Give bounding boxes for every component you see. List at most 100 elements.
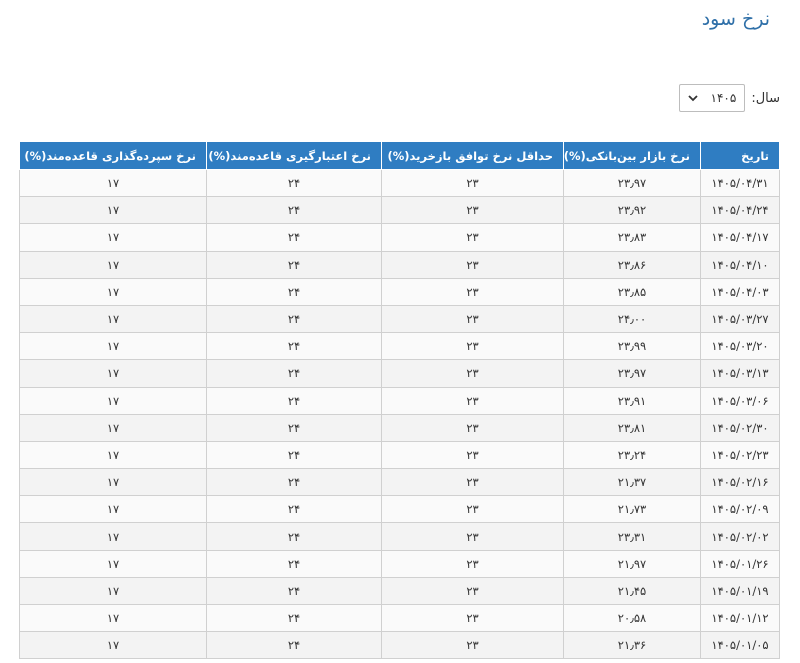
- cell-min-repo-rate: ۲۳: [381, 250, 564, 279]
- cell-deposit-facility-rate: ۱۷: [19, 250, 207, 279]
- cell-date: ۱۴۰۵/۰۲/۰۲: [700, 522, 780, 551]
- interest-rate-table-wrapper: تاریخ نرخ بازار بین‌بانکی(%) حداقل نرخ ت…: [19, 141, 780, 660]
- cell-interbank-rate: ۲۰٫۵۸: [563, 603, 701, 633]
- cell-deposit-facility-rate: ۱۷: [19, 603, 207, 633]
- cell-interbank-rate: ۲۱٫۹۷: [563, 549, 701, 578]
- table-row: ۱۴۰۵/۰۳/۰۶ ۲۳٫۹۱ ۲۳ ۲۴ ۱۷: [19, 386, 780, 415]
- cell-min-repo-rate: ۲۳: [381, 304, 564, 334]
- cell-date: ۱۴۰۵/۰۳/۲۷: [700, 304, 780, 334]
- page-title: نرخ سود: [701, 8, 770, 30]
- column-header-lending-facility-rate: نرخ اعتبارگیری قاعده‌مند(%): [206, 141, 382, 170]
- cell-min-repo-rate: ۲۳: [381, 359, 564, 388]
- cell-date: ۱۴۰۵/۰۳/۰۶: [700, 386, 780, 415]
- cell-lending-facility-rate: ۲۴: [206, 522, 382, 551]
- year-filter: سال: ۱۴۰۵: [679, 84, 780, 112]
- cell-deposit-facility-rate: ۱۷: [19, 277, 207, 306]
- table-row: ۱۴۰۵/۰۱/۱۹ ۲۱٫۴۵ ۲۳ ۲۴ ۱۷: [19, 576, 780, 606]
- cell-min-repo-rate: ۲۳: [381, 468, 564, 497]
- cell-interbank-rate: ۲۳٫۸۶: [563, 250, 701, 279]
- cell-interbank-rate: ۲۳٫۹۷: [563, 359, 701, 388]
- cell-date: ۱۴۰۵/۰۱/۱۹: [700, 576, 780, 606]
- cell-date: ۱۴۰۵/۰۴/۱۷: [700, 223, 780, 252]
- cell-interbank-rate: ۲۳٫۸۳: [563, 223, 701, 252]
- cell-interbank-rate: ۲۳٫۹۱: [563, 386, 701, 415]
- interest-rate-table: تاریخ نرخ بازار بین‌بانکی(%) حداقل نرخ ت…: [19, 141, 780, 660]
- cell-min-repo-rate: ۲۳: [381, 522, 564, 551]
- table-row: ۱۴۰۵/۰۴/۲۴ ۲۳٫۹۲ ۲۳ ۲۴ ۱۷: [19, 196, 780, 225]
- cell-min-repo-rate: ۲۳: [381, 413, 564, 442]
- cell-interbank-rate: ۲۱٫۷۳: [563, 495, 701, 524]
- table-row: ۱۴۰۵/۰۴/۱۷ ۲۳٫۸۳ ۲۳ ۲۴ ۱۷: [19, 223, 780, 252]
- cell-date: ۱۴۰۵/۰۲/۱۶: [700, 468, 780, 497]
- table-header-row: تاریخ نرخ بازار بین‌بانکی(%) حداقل نرخ ت…: [19, 141, 780, 170]
- cell-deposit-facility-rate: ۱۷: [19, 304, 207, 334]
- year-label: سال:: [751, 90, 780, 106]
- table-row: ۱۴۰۵/۰۳/۱۳ ۲۳٫۹۷ ۲۳ ۲۴ ۱۷: [19, 359, 780, 388]
- cell-date: ۱۴۰۵/۰۲/۳۰: [700, 413, 780, 442]
- cell-deposit-facility-rate: ۱۷: [19, 386, 207, 415]
- cell-lending-facility-rate: ۲۴: [206, 549, 382, 578]
- cell-interbank-rate: ۲۳٫۸۱: [563, 413, 701, 442]
- cell-deposit-facility-rate: ۱۷: [19, 522, 207, 551]
- table-row: ۱۴۰۵/۰۱/۰۵ ۲۱٫۳۶ ۲۳ ۲۴ ۱۷: [19, 631, 780, 660]
- cell-min-repo-rate: ۲۳: [381, 631, 564, 660]
- cell-min-repo-rate: ۲۳: [381, 386, 564, 415]
- cell-lending-facility-rate: ۲۴: [206, 277, 382, 306]
- cell-deposit-facility-rate: ۱۷: [19, 631, 207, 660]
- table-row: ۱۴۰۵/۰۱/۱۲ ۲۰٫۵۸ ۲۳ ۲۴ ۱۷: [19, 603, 780, 633]
- cell-interbank-rate: ۲۳٫۹۲: [563, 196, 701, 225]
- cell-date: ۱۴۰۵/۰۳/۱۳: [700, 359, 780, 388]
- chevron-down-icon: [688, 95, 698, 102]
- cell-min-repo-rate: ۲۳: [381, 549, 564, 578]
- table-row: ۱۴۰۵/۰۴/۳۱ ۲۳٫۹۷ ۲۳ ۲۴ ۱۷: [19, 168, 780, 198]
- cell-lending-facility-rate: ۲۴: [206, 304, 382, 334]
- cell-min-repo-rate: ۲۳: [381, 168, 564, 198]
- cell-interbank-rate: ۲۳٫۳۱: [563, 522, 701, 551]
- column-header-date: تاریخ: [700, 141, 780, 170]
- cell-deposit-facility-rate: ۱۷: [19, 359, 207, 388]
- cell-date: ۱۴۰۵/۰۱/۰۵: [700, 631, 780, 660]
- table-row: ۱۴۰۵/۰۲/۰۹ ۲۱٫۷۳ ۲۳ ۲۴ ۱۷: [19, 495, 780, 524]
- cell-date: ۱۴۰۵/۰۴/۰۳: [700, 277, 780, 306]
- cell-date: ۱۴۰۵/۰۱/۲۶: [700, 549, 780, 578]
- cell-lending-facility-rate: ۲۴: [206, 386, 382, 415]
- cell-interbank-rate: ۲۳٫۹۷: [563, 168, 701, 198]
- cell-deposit-facility-rate: ۱۷: [19, 576, 207, 606]
- cell-lending-facility-rate: ۲۴: [206, 468, 382, 497]
- cell-min-repo-rate: ۲۳: [381, 196, 564, 225]
- table-row: ۱۴۰۵/۰۱/۲۶ ۲۱٫۹۷ ۲۳ ۲۴ ۱۷: [19, 549, 780, 578]
- table-row: ۱۴۰۵/۰۲/۱۶ ۲۱٫۳۷ ۲۳ ۲۴ ۱۷: [19, 468, 780, 497]
- cell-deposit-facility-rate: ۱۷: [19, 440, 207, 470]
- cell-interbank-rate: ۲۱٫۳۶: [563, 631, 701, 660]
- cell-min-repo-rate: ۲۳: [381, 277, 564, 306]
- table-row: ۱۴۰۵/۰۳/۲۰ ۲۳٫۹۹ ۲۳ ۲۴ ۱۷: [19, 332, 780, 361]
- cell-lending-facility-rate: ۲۴: [206, 495, 382, 524]
- cell-date: ۱۴۰۵/۰۴/۲۴: [700, 196, 780, 225]
- table-row: ۱۴۰۵/۰۲/۰۲ ۲۳٫۳۱ ۲۳ ۲۴ ۱۷: [19, 522, 780, 551]
- cell-deposit-facility-rate: ۱۷: [19, 332, 207, 361]
- table-row: ۱۴۰۵/۰۳/۲۷ ۲۴٫۰۰ ۲۳ ۲۴ ۱۷: [19, 304, 780, 334]
- cell-date: ۱۴۰۵/۰۳/۲۰: [700, 332, 780, 361]
- table-row: ۱۴۰۵/۰۴/۰۳ ۲۳٫۸۵ ۲۳ ۲۴ ۱۷: [19, 277, 780, 306]
- table-row: ۱۴۰۵/۰۴/۱۰ ۲۳٫۸۶ ۲۳ ۲۴ ۱۷: [19, 250, 780, 279]
- cell-interbank-rate: ۲۴٫۰۰: [563, 304, 701, 334]
- year-select[interactable]: ۱۴۰۵: [679, 84, 746, 112]
- cell-interbank-rate: ۲۱٫۳۷: [563, 468, 701, 497]
- cell-interbank-rate: ۲۳٫۸۵: [563, 277, 701, 306]
- cell-lending-facility-rate: ۲۴: [206, 332, 382, 361]
- cell-lending-facility-rate: ۲۴: [206, 250, 382, 279]
- cell-date: ۱۴۰۵/۰۲/۰۹: [700, 495, 780, 524]
- cell-deposit-facility-rate: ۱۷: [19, 495, 207, 524]
- column-header-min-repo-rate: حداقل نرخ توافق بازخرید(%): [381, 141, 564, 170]
- year-select-value: ۱۴۰۵: [710, 91, 737, 105]
- cell-deposit-facility-rate: ۱۷: [19, 468, 207, 497]
- cell-deposit-facility-rate: ۱۷: [19, 549, 207, 578]
- cell-min-repo-rate: ۲۳: [381, 603, 564, 633]
- cell-interbank-rate: ۲۳٫۹۹: [563, 332, 701, 361]
- cell-date: ۱۴۰۵/۰۱/۱۲: [700, 603, 780, 633]
- cell-interbank-rate: ۲۳٫۲۴: [563, 440, 701, 470]
- cell-min-repo-rate: ۲۳: [381, 495, 564, 524]
- table-row: ۱۴۰۵/۰۲/۲۳ ۲۳٫۲۴ ۲۳ ۲۴ ۱۷: [19, 440, 780, 470]
- cell-lending-facility-rate: ۲۴: [206, 576, 382, 606]
- cell-lending-facility-rate: ۲۴: [206, 413, 382, 442]
